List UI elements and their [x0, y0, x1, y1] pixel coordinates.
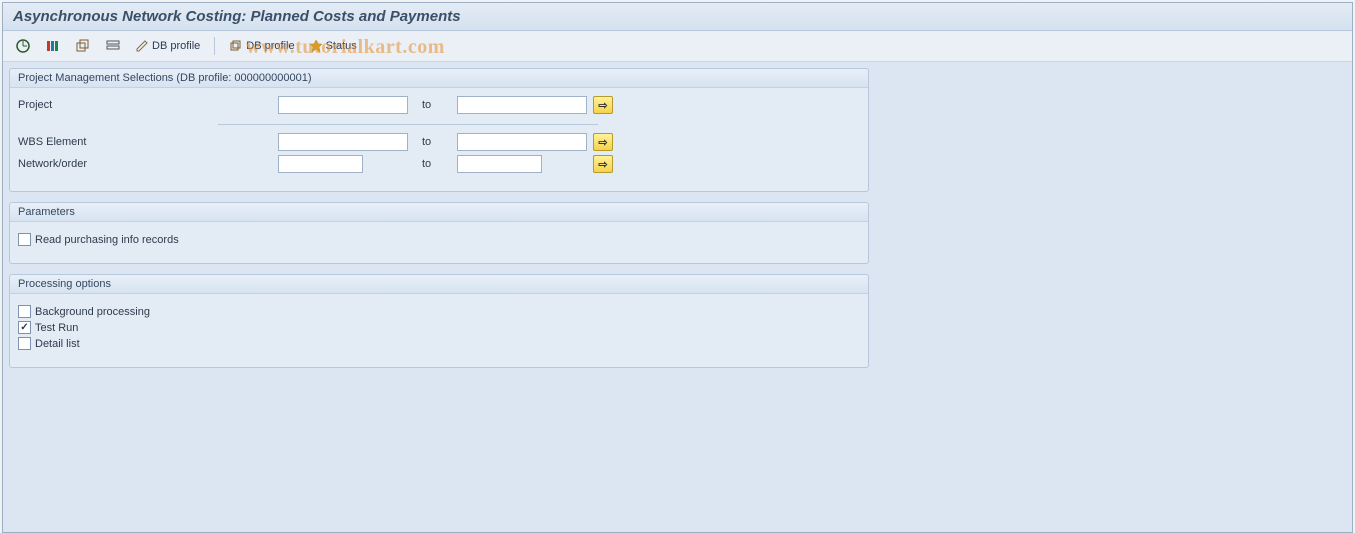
- selection-group: Project Management Selections (DB profil…: [9, 68, 869, 192]
- selection-group-title: Project Management Selections (DB profil…: [10, 69, 868, 88]
- application-toolbar: DB profile DB profile Status: [3, 31, 1352, 62]
- detaillist-row: Detail list: [18, 337, 860, 350]
- main-window: Asynchronous Network Costing: Planned Co…: [2, 2, 1353, 533]
- testrun-label: Test Run: [35, 322, 78, 334]
- project-to-label: to: [422, 99, 448, 111]
- network-to-label: to: [422, 158, 448, 170]
- read-purchasing-row: Read purchasing info records: [18, 233, 860, 246]
- detaillist-label: Detail list: [35, 338, 80, 350]
- layout-button[interactable]: [101, 35, 125, 57]
- copy-button[interactable]: [71, 35, 95, 57]
- project-label: Project: [18, 99, 278, 111]
- execute-button[interactable]: [11, 35, 35, 57]
- copy-small-icon: [229, 39, 243, 53]
- network-label: Network/order: [18, 158, 278, 170]
- wbs-to-input[interactable]: [457, 133, 587, 151]
- status-icon: [309, 39, 323, 53]
- network-row: Network/order to ⇨: [18, 155, 860, 173]
- wbs-to-label: to: [422, 136, 448, 148]
- read-purchasing-label: Read purchasing info records: [35, 234, 179, 246]
- db-profile-copy-button[interactable]: DB profile: [225, 36, 298, 56]
- wbs-label: WBS Element: [18, 136, 278, 148]
- detaillist-checkbox[interactable]: [18, 337, 31, 350]
- layout-icon: [105, 38, 121, 54]
- network-multi-button[interactable]: ⇨: [593, 155, 613, 173]
- page-title: Asynchronous Network Costing: Planned Co…: [13, 8, 1342, 25]
- parameters-group-title: Parameters: [10, 203, 868, 222]
- db-profile-edit-button[interactable]: DB profile: [131, 36, 204, 56]
- arrow-right-icon: ⇨: [598, 99, 607, 112]
- testrun-row: Test Run: [18, 321, 860, 334]
- title-bar: Asynchronous Network Costing: Planned Co…: [3, 3, 1352, 31]
- background-label: Background processing: [35, 306, 150, 318]
- background-checkbox[interactable]: [18, 305, 31, 318]
- selection-divider: [218, 124, 598, 125]
- arrow-right-icon: ⇨: [598, 158, 607, 171]
- testrun-checkbox[interactable]: [18, 321, 31, 334]
- processing-group-title: Processing options: [10, 275, 868, 294]
- processing-group: Processing options Background processing…: [9, 274, 869, 368]
- execute-icon: [15, 38, 31, 54]
- parameters-group: Parameters Read purchasing info records: [9, 202, 869, 264]
- project-row: Project to ⇨: [18, 96, 860, 114]
- network-from-input[interactable]: [278, 155, 363, 173]
- wbs-row: WBS Element to ⇨: [18, 133, 860, 151]
- read-purchasing-checkbox[interactable]: [18, 233, 31, 246]
- project-from-input[interactable]: [278, 96, 408, 114]
- db-profile-copy-label: DB profile: [246, 40, 294, 52]
- arrow-right-icon: ⇨: [598, 136, 607, 149]
- background-row: Background processing: [18, 305, 860, 318]
- wbs-from-input[interactable]: [278, 133, 408, 151]
- variant-icon: [45, 38, 61, 54]
- project-multi-button[interactable]: ⇨: [593, 96, 613, 114]
- project-to-input[interactable]: [457, 96, 587, 114]
- copy-icon: [75, 38, 91, 54]
- toolbar-separator: [214, 37, 215, 55]
- pencil-icon: [135, 39, 149, 53]
- status-button[interactable]: Status: [305, 36, 361, 56]
- status-label: Status: [326, 40, 357, 52]
- db-profile-edit-label: DB profile: [152, 40, 200, 52]
- wbs-multi-button[interactable]: ⇨: [593, 133, 613, 151]
- variant-button[interactable]: [41, 35, 65, 57]
- network-to-input[interactable]: [457, 155, 542, 173]
- content-area: Project Management Selections (DB profil…: [3, 62, 1352, 532]
